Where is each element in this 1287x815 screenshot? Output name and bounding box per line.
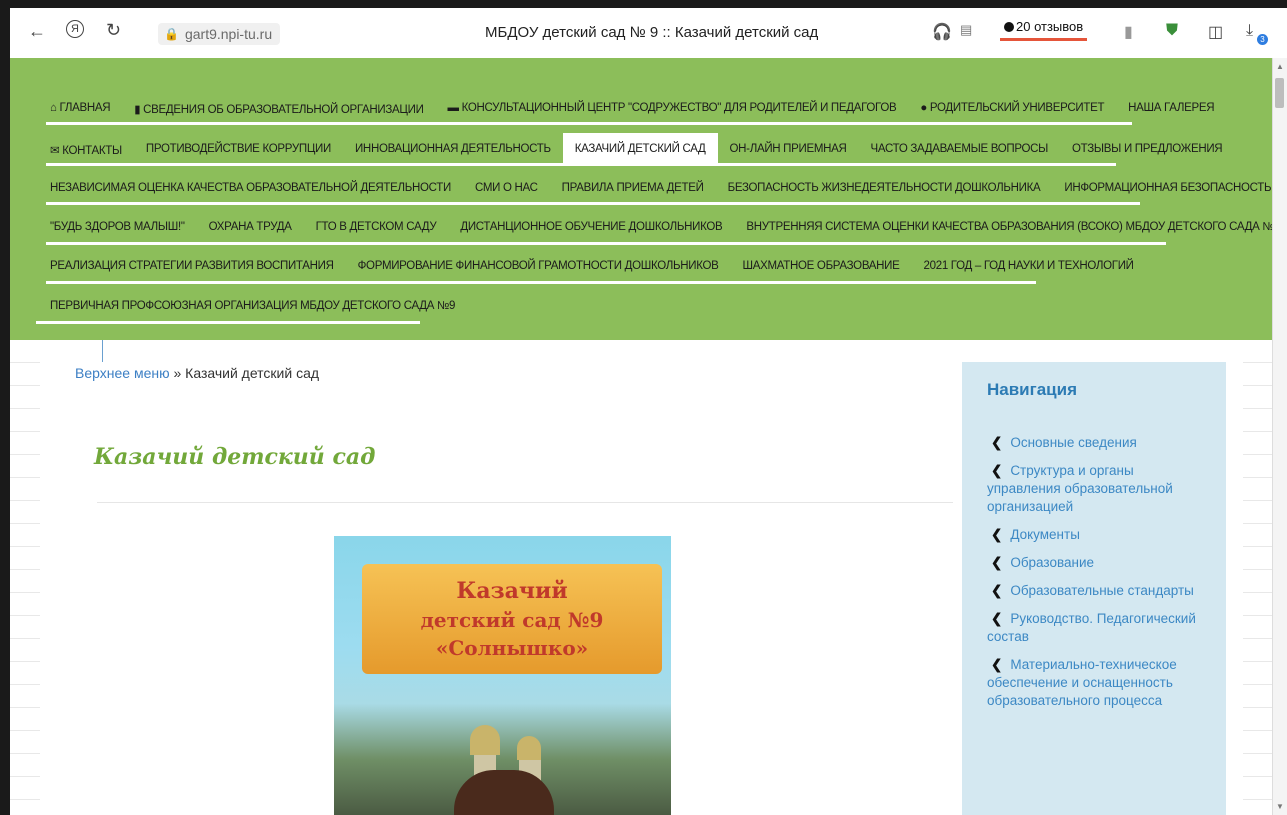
menu-item-consult[interactable]: ▬ КОНСУЛЬТАЦИОННЫЙ ЦЕНТР "СОДРУЖЕСТВО" Д… (436, 102, 909, 116)
article-title: Казачий детский сад (94, 444, 376, 470)
reload-icon[interactable]: ↻ (106, 20, 121, 41)
menu-item-reviews[interactable]: ОТЗЫВЫ И ПРЕДЛОЖЕНИЯ (1060, 143, 1234, 165)
menu-item-distance-learning[interactable]: ДИСТАНЦИОННОЕ ОБУЧЕНИЕ ДОШКОЛЬНИКОВ (448, 221, 734, 233)
sidebar-item-documents[interactable]: ❮ Документы (987, 526, 1202, 544)
top-menu: ⌂ ГЛАВНАЯ ▮ СВЕДЕНИЯ ОБ ОБРАЗОВАТЕЛЬНОЙ … (10, 58, 1287, 340)
back-arrow-icon[interactable]: ← (28, 21, 46, 42)
menu-item-faq[interactable]: ЧАСТО ЗАДАВАЕМЫЕ ВОПРОСЫ (859, 143, 1061, 165)
image-banner-line-1: Казачий (456, 578, 568, 604)
sidebar-item-structure[interactable]: ❮ Структура и органы управления образоват… (987, 462, 1202, 516)
menu-row-6: ПЕРВИЧНАЯ ПРОФСОЮЗНАЯ ОРГАНИЗАЦИЯ МБДОУ … (46, 300, 467, 312)
menu-item-gallery[interactable]: НАША ГАЛЕРЕЯ (1116, 102, 1226, 116)
menu-item-innovation[interactable]: ИННОВАЦИОННАЯ ДЕЯТЕЛЬНОСТЬ (343, 143, 563, 165)
menu-item-cossack-kindergarten[interactable]: КАЗАЧИЙ ДЕТСКИЙ САД (562, 133, 718, 165)
menu-item-media[interactable]: СМИ О НАС (463, 182, 550, 194)
church-dome (517, 736, 541, 760)
menu-item-info-security[interactable]: ИНФОРМАЦИОННАЯ БЕЗОПАСНОСТЬ (1052, 182, 1283, 194)
chevron-left-icon: ❮ (991, 657, 1003, 672)
navigation-sidebar: Навигация ❮ Основные сведения ❮ Структура … (962, 362, 1226, 815)
sidebar-title: Навигация (987, 380, 1077, 399)
menu-item-corruption[interactable]: ПРОТИВОДЕЙСТВИЕ КОРРУПЦИИ (134, 143, 343, 165)
menu-row-divider (46, 122, 1132, 125)
address-text: gart9.npi-tu.ru (184, 26, 273, 42)
menu-row-4: "БУДЬ ЗДОРОВ МАЛЫШ!" ОХРАНА ТРУДА ГТО В … (46, 221, 1287, 233)
menu-row-divider (46, 242, 1166, 245)
church-dome (470, 725, 500, 755)
lock-icon: 🔒 (164, 27, 179, 41)
menu-item-contacts[interactable]: ✉ КОНТАКТЫ (46, 143, 134, 165)
chevron-left-icon: ❮ (991, 463, 1003, 478)
browser-toolbar: ← Я ↻ 🔒 gart9.npi-tu.ru МБДОУ детский са… (10, 8, 1287, 59)
menu-item-online-reception[interactable]: ОН-ЛАЙН ПРИЕМНАЯ (718, 143, 859, 165)
menu-item-financial-literacy[interactable]: ФОРМИРОВАНИЕ ФИНАНСОВОЙ ГРАМОТНОСТИ ДОШК… (346, 260, 731, 272)
left-decoration (10, 340, 40, 815)
scroll-down-arrow-icon[interactable]: ▼ (1276, 802, 1284, 811)
menu-item-info[interactable]: ▮ СВЕДЕНИЯ ОБ ОБРАЗОВАТЕЛЬНОЙ ОРГАНИЗАЦИ… (122, 102, 435, 116)
chevron-left-icon: ❮ (991, 555, 1003, 570)
title-divider (97, 502, 953, 503)
breadcrumb: Верхнее меню » Казачий детский сад (75, 365, 319, 381)
menu-row-divider (46, 281, 1036, 284)
menu-item-trade-union[interactable]: ПЕРВИЧНАЯ ПРОФСОЮЗНАЯ ОРГАНИЗАЦИЯ МБДОУ … (46, 300, 467, 312)
menu-row-5: РЕАЛИЗАЦИЯ СТРАТЕГИИ РАЗВИТИЯ ВОСПИТАНИЯ… (46, 260, 1146, 272)
menu-item-home[interactable]: ⌂ ГЛАВНАЯ (46, 102, 122, 116)
headphones-icon[interactable]: 🎧 (932, 22, 952, 42)
download-badge: 3 (1257, 34, 1268, 45)
scroll-up-arrow-icon[interactable]: ▲ (1276, 62, 1284, 71)
menu-item-parents-univ[interactable]: ● РОДИТЕЛЬСКИЙ УНИВЕРСИТЕТ (908, 102, 1116, 116)
sidebar-item-standards[interactable]: ❮ Образовательные стандарты (987, 582, 1202, 600)
sidebar-item-education[interactable]: ❮ Образование (987, 554, 1202, 572)
reviews-button[interactable]: 20 отзывов (1000, 19, 1088, 41)
chevron-left-icon: ❮ (991, 435, 1003, 450)
reader-mode-icon[interactable]: ▤ (960, 22, 972, 38)
breadcrumb-link-top-menu[interactable]: Верхнее меню (75, 365, 170, 381)
menu-item-be-healthy[interactable]: "БУДЬ ЗДОРОВ МАЛЫШ!" (46, 221, 197, 233)
vertical-scrollbar[interactable]: ▲ ▼ (1272, 58, 1287, 815)
chevron-left-icon: ❮ (991, 611, 1003, 626)
content-area: Верхнее меню » Казачий детский сад Казач… (10, 340, 1273, 815)
image-banner-line-2: детский сад №9 (420, 608, 604, 632)
address-bar[interactable]: 🔒 gart9.npi-tu.ru (158, 23, 281, 45)
image-banner: Казачий детский сад №9 «Солнышко» (362, 564, 662, 674)
article-image: Казачий детский сад №9 «Солнышко» (334, 536, 671, 815)
menu-row-1: ⌂ ГЛАВНАЯ ▮ СВЕДЕНИЯ ОБ ОБРАЗОВАТЕЛЬНОЙ … (46, 102, 1226, 116)
menu-row-3: НЕЗАВИСИМАЯ ОЦЕНКА КАЧЕСТВА ОБРАЗОВАТЕЛЬ… (46, 182, 1283, 194)
menu-item-labor-protection[interactable]: ОХРАНА ТРУДА (197, 221, 304, 233)
menu-row-2: ✉ КОНТАКТЫ ПРОТИВОДЕЙСТВИЕ КОРРУПЦИИ ИНН… (46, 133, 1234, 165)
menu-item-vsoko[interactable]: ВНУТРЕННЯЯ СИСТЕМА ОЦЕНКИ КАЧЕСТВА ОБРАЗ… (734, 221, 1287, 233)
browser-window: ← Я ↻ 🔒 gart9.npi-tu.ru МБДОУ детский са… (10, 8, 1287, 815)
image-banner-line-3: «Солнышко» (435, 636, 589, 660)
bookmark-icon[interactable]: ▮ (1124, 22, 1133, 42)
menu-row-divider (46, 202, 1140, 205)
sidebar-item-staff[interactable]: ❮ Руководство. Педагогический состав (987, 610, 1202, 646)
chevron-left-icon: ❮ (991, 527, 1003, 542)
breadcrumb-current: Казачий детский сад (185, 365, 320, 381)
menu-row-divider (46, 163, 1116, 166)
menu-item-science-year[interactable]: 2021 ГОД – ГОД НАУКИ И ТЕХНОЛОГИЙ (912, 260, 1146, 272)
menu-row-divider (36, 321, 420, 324)
menu-item-quality-assessment[interactable]: НЕЗАВИСИМАЯ ОЦЕНКА КАЧЕСТВА ОБРАЗОВАТЕЛЬ… (46, 182, 463, 194)
sidebar-nav-list: ❮ Основные сведения ❮ Структура и органы у… (987, 434, 1202, 720)
chevron-left-icon: ❮ (991, 583, 1003, 598)
protect-shield-icon[interactable]: ⛊ (1166, 22, 1178, 40)
browser-logo-icon[interactable]: Я (66, 20, 84, 38)
scrollbar-thumb[interactable] (1275, 78, 1284, 108)
reviews-dot-icon (1004, 22, 1014, 32)
breadcrumb-separator: » (169, 365, 186, 381)
menu-item-upbringing-strategy[interactable]: РЕАЛИЗАЦИЯ СТРАТЕГИИ РАЗВИТИЯ ВОСПИТАНИЯ (46, 260, 346, 272)
right-decoration (1243, 340, 1273, 815)
page-title: МБДОУ детский сад № 9 :: Казачий детский… (485, 24, 819, 41)
download-icon[interactable]: ⤓ (1246, 22, 1253, 40)
menu-item-gto[interactable]: ГТО В ДЕТСКОМ САДУ (304, 221, 449, 233)
reviews-label: 20 отзывов (1016, 19, 1084, 34)
menu-item-chess[interactable]: ШАХМАТНОЕ ОБРАЗОВАНИЕ (731, 260, 912, 272)
sidebar-item-basic-info[interactable]: ❮ Основные сведения (987, 434, 1202, 452)
menu-item-safety[interactable]: БЕЗОПАСНОСТЬ ЖИЗНЕДЕЯТЕЛЬНОСТИ ДОШКОЛЬНИ… (716, 182, 1053, 194)
menu-item-admission[interactable]: ПРАВИЛА ПРИЕМА ДЕТЕЙ (550, 182, 716, 194)
sidebar-item-facilities[interactable]: ❮ Материально-техническое обеспечение и о… (987, 656, 1202, 710)
extension-icon[interactable]: ◫ (1208, 22, 1223, 42)
breadcrumb-divider (102, 340, 103, 362)
